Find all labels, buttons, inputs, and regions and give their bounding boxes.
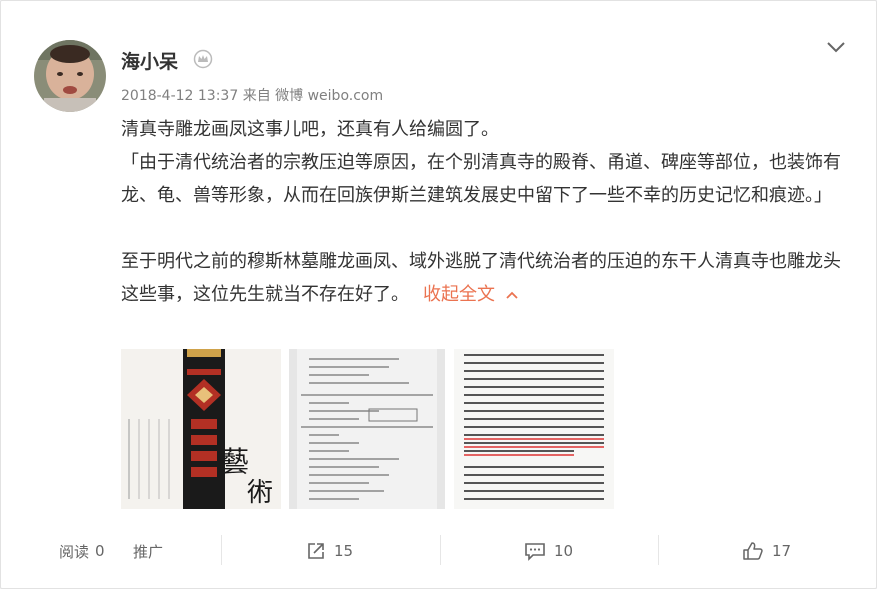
promote-label: 推广 (133, 542, 164, 561)
promote-button[interactable]: 推广 (133, 525, 163, 577)
footer-divider (221, 535, 222, 565)
comment-count: 10 (554, 542, 574, 560)
like-icon (743, 542, 763, 560)
repost-count: 15 (334, 542, 354, 560)
user-name[interactable]: 海小呆 (121, 47, 178, 74)
repost-button[interactable]: 15 (306, 525, 353, 577)
post-footer: 阅读 0 推广 15 10 17 (1, 525, 876, 577)
post-image[interactable] (454, 349, 614, 509)
read-count: 阅读 0 (59, 525, 105, 577)
book-cover-text: 藝 (221, 445, 249, 478)
read-label: 阅读 (59, 542, 90, 561)
collapse-link[interactable]: 收起全文 (423, 284, 519, 305)
chevron-up-icon (506, 291, 518, 299)
footer-divider (658, 535, 659, 565)
footer-divider (440, 535, 441, 565)
like-count: 17 (772, 542, 792, 560)
post-line: 至于明代之前的穆斯林墓雕龙画凤、域外逃脱了清代统治者的压迫的东干人清真寺也雕龙头… (121, 245, 841, 311)
comment-button[interactable]: 10 (524, 525, 573, 577)
collapse-label: 收起全文 (423, 284, 495, 305)
post-line: 清真寺雕龙画凤这事儿吧，还真有人给编圆了。 (121, 119, 499, 140)
repost-icon (308, 543, 324, 559)
post-content: 清真寺雕龙画凤这事儿吧，还真有人给编圆了。 「由于清代统治者的宗教压迫等原因，在… (121, 113, 841, 311)
post-quote: 「由于清代统治者的宗教压迫等原因，在个别清真寺的殿脊、甬道、碑座等部位，也装饰有… (121, 152, 841, 206)
chevron-down-icon[interactable] (824, 37, 848, 61)
like-button[interactable]: 17 (742, 525, 791, 577)
post-image[interactable] (289, 349, 445, 509)
weibo-post-card: 海小呆 2018-4-12 13:37 来自 微博 weibo.com 清真寺雕… (0, 0, 877, 589)
post-image[interactable]: 藝 術 (121, 349, 281, 509)
crown-icon[interactable] (193, 49, 213, 73)
comment-icon (525, 543, 545, 561)
avatar[interactable] (34, 40, 106, 112)
book-cover-text: 術 (247, 478, 273, 508)
read-count-value: 0 (95, 542, 105, 560)
post-meta: 2018-4-12 13:37 来自 微博 weibo.com (121, 88, 384, 104)
